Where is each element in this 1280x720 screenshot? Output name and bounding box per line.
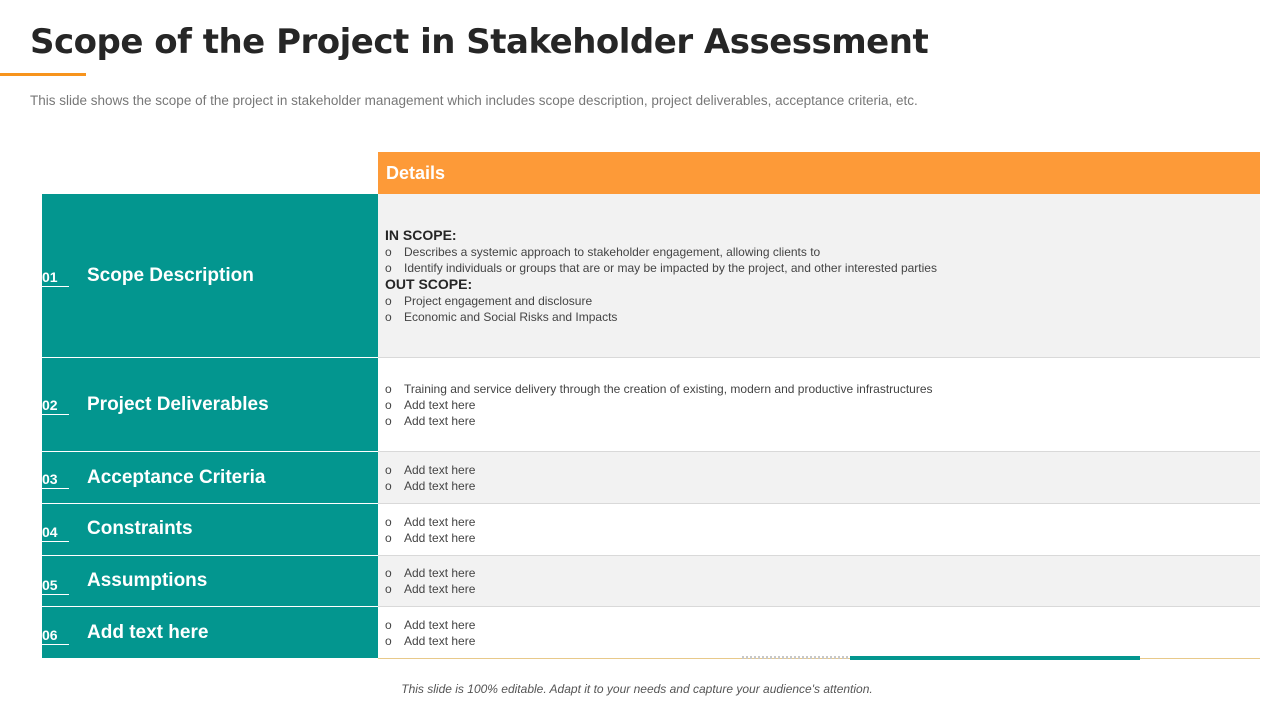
bullet-item: o Add text here (385, 479, 476, 493)
row-detail-cell: o Add text here o Add text here (378, 556, 1260, 607)
title-accent-line (0, 73, 86, 76)
row-label: Acceptance Criteria (87, 467, 266, 488)
bullet-marker: o (385, 310, 392, 324)
row-detail-cell: o Add text here o Add text here (378, 607, 1260, 659)
bullet-item: o Add text here (385, 414, 476, 428)
bullet-item: o Economic and Social Risks and Impacts (385, 310, 618, 324)
row-label-cell: 02 Project Deliverables (42, 358, 378, 452)
table-row-constraints: 04 Constraints o Add text here o Add text … (42, 504, 1260, 556)
bullet-item: o Add text here (385, 398, 476, 412)
bullet-marker: o (385, 294, 392, 308)
bullet-marker: o (385, 515, 392, 529)
bullet-marker: o (385, 261, 392, 275)
bullet-marker: o (385, 479, 392, 493)
row-label-cell: 05 Assumptions (42, 556, 378, 607)
bullet-marker: o (385, 414, 392, 428)
row-number: 04 (42, 524, 69, 542)
row-number: 01 (42, 269, 69, 287)
row-label: Scope Description (87, 265, 254, 286)
out-scope-heading: OUT SCOPE: (385, 276, 473, 292)
bullet-marker: o (385, 634, 392, 648)
bullet-item: o Add text here (385, 531, 476, 545)
row-label-cell: 04 Constraints (42, 504, 378, 556)
row-label: Constraints (87, 518, 193, 539)
row-number: 05 (42, 577, 69, 595)
bullet-item: o Training and service delivery through t… (385, 382, 933, 396)
bullet-item: o Identify individuals or groups that are… (385, 261, 937, 275)
slide-title: Scope of the Project in Stakeholder Asse… (30, 22, 929, 62)
bullet-marker: o (385, 531, 392, 545)
row-detail-cell: IN SCOPE: o Describes a systemic approach… (378, 194, 1260, 358)
row-detail-cell: o Add text here o Add text here (378, 504, 1260, 556)
bullet-marker: o (385, 618, 392, 632)
table-row-scope-description: 01 Scope Description IN SCOPE: o Describe… (42, 194, 1260, 358)
decorative-teal-bar (850, 656, 1140, 660)
row-number: 02 (42, 397, 69, 415)
row-detail-cell: o Add text here o Add text here (378, 452, 1260, 504)
bullet-item: o Add text here (385, 463, 476, 477)
bullet-item: o Describes a systemic approach to stakeh… (385, 245, 821, 259)
bullet-marker: o (385, 398, 392, 412)
row-label-cell: 06 Add text here (42, 607, 378, 659)
bullet-item: o Add text here (385, 582, 476, 596)
bullet-item: o Add text here (385, 634, 476, 648)
bullet-item: o Project engagement and disclosure (385, 294, 593, 308)
bullet-item: o Add text here (385, 566, 476, 580)
bullet-marker: o (385, 566, 392, 580)
in-scope-heading: IN SCOPE: (385, 227, 457, 243)
row-label-cell: 01 Scope Description (42, 194, 378, 358)
decorative-dotted-line (742, 656, 850, 659)
row-number: 06 (42, 627, 69, 645)
details-column-header: Details (378, 152, 1260, 194)
bullet-marker: o (385, 582, 392, 596)
table-row-assumptions: 05 Assumptions o Add text here o Add text … (42, 556, 1260, 607)
table-row-project-deliverables: 02 Project Deliverables o Training and se… (42, 358, 1260, 452)
row-number: 03 (42, 471, 69, 489)
bullet-marker: o (385, 245, 392, 259)
row-label: Project Deliverables (87, 394, 269, 415)
bullet-marker: o (385, 463, 392, 477)
bullet-marker: o (385, 382, 392, 396)
slide-subtitle: This slide shows the scope of the projec… (30, 93, 918, 108)
row-detail-cell: o Training and service delivery through t… (378, 358, 1260, 452)
bullet-item: o Add text here (385, 515, 476, 529)
bullet-item: o Add text here (385, 618, 476, 632)
table-row-add-text: 06 Add text here o Add text here o Add tex… (42, 607, 1260, 659)
row-label: Add text here (87, 622, 209, 643)
footer-note: This slide is 100% editable. Adapt it to… (401, 682, 873, 696)
row-label: Assumptions (87, 570, 208, 591)
table-row-acceptance-criteria: 03 Acceptance Criteria o Add text here oA… (42, 452, 1260, 504)
row-label-cell: 03 Acceptance Criteria (42, 452, 378, 504)
